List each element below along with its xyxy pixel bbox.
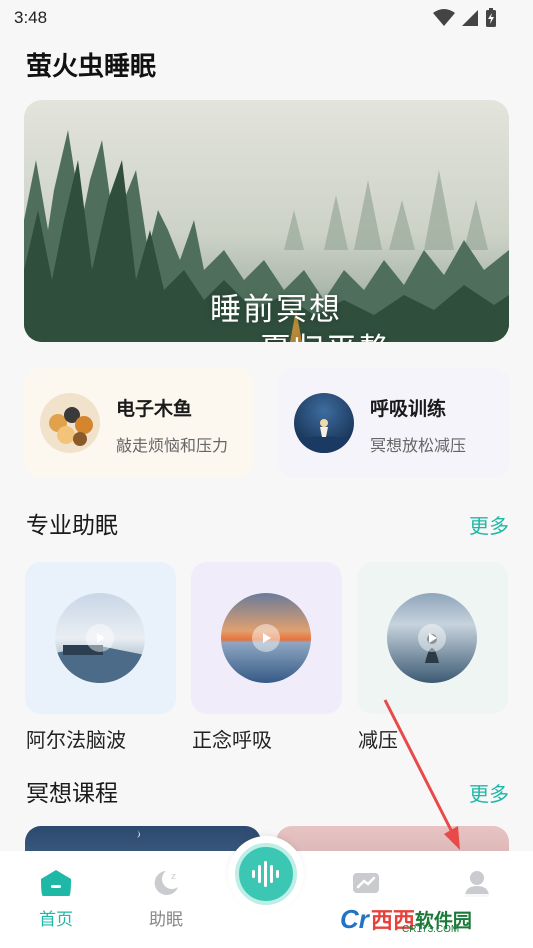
tab-home[interactable]: 首页 [26,869,86,930]
status-time: 3:48 [14,8,48,27]
mindful-breathing-card[interactable] [191,562,342,714]
breathing-thumbnail [294,393,354,453]
moon-icon: z [154,871,178,895]
wifi-icon [433,9,455,26]
tab-sleep-aid-label: 助眠 [149,910,183,930]
site-watermark: Cr 西西 软件园 [334,894,514,944]
signal-icon [462,10,478,26]
stress-relief-card[interactable] [357,562,508,714]
meditation-heading: 冥想课程 [26,781,118,807]
banner-title: 睡前冥想 [210,292,342,328]
wooden-fish-title: 电子木鱼 [116,398,193,420]
watermark-logo: Cr [340,903,369,934]
meditation-more-link[interactable]: 更多 [469,778,509,807]
breathing-subtitle: 冥想放松减压 [370,436,467,455]
alpha-wave-card[interactable] [25,562,176,714]
breathing-title: 呼吸训练 [370,398,447,420]
status-bar: 3:48 [0,0,533,36]
soundwave-icon [252,861,279,887]
alpha-wave-label: 阿尔法脑波 [26,728,126,752]
wooden-fish-thumbnail [40,393,100,453]
pro-sleep-heading: 专业助眠 [26,513,118,539]
meditation-banner[interactable]: 睡前冥想 夏归平静 [24,100,509,342]
stress-relief-label: 减压 [358,728,398,752]
breathing-training-card[interactable]: 呼吸训练 冥想放松减压 [278,368,510,478]
center-play-button[interactable] [228,836,304,912]
battery-icon [486,8,496,27]
pro-sleep-more-link[interactable]: 更多 [469,510,509,539]
tab-sleep-aid[interactable]: z 助眠 [136,869,196,930]
banner-subtitle: 夏归平静 [260,324,392,342]
status-icons [433,8,497,28]
play-icon[interactable] [387,593,477,683]
tab-statistics[interactable] [336,869,396,897]
play-icon[interactable] [221,593,311,683]
wooden-fish-card[interactable]: 电子木鱼 敲走烦恼和压力 [24,368,254,478]
wooden-fish-subtitle: 敲走烦恼和压力 [116,436,229,455]
play-icon[interactable] [55,593,145,683]
page-title: 萤火虫睡眠 [26,52,157,82]
home-icon [41,870,71,896]
svg-text:z: z [171,872,176,882]
tab-home-label: 首页 [39,910,73,930]
mindful-breathing-label: 正念呼吸 [192,728,272,752]
chart-icon [353,873,379,893]
watermark-url: CR173.COM [402,924,460,935]
